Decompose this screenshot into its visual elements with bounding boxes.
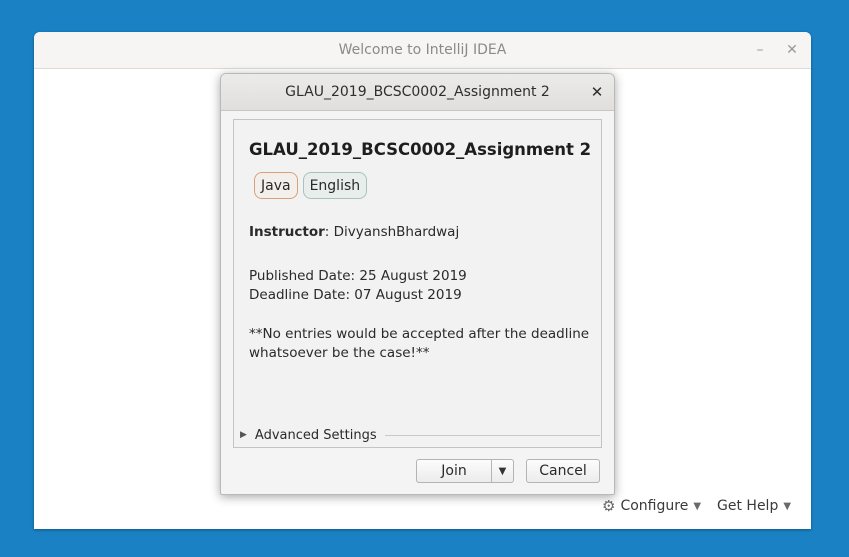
chevron-down-icon[interactable]: ▼: [492, 466, 513, 477]
course-tags: Java English: [254, 172, 372, 199]
welcome-titlebar: Welcome to IntelliJ IDEA – ✕: [34, 32, 811, 69]
close-window-button[interactable]: ✕: [780, 38, 804, 62]
advanced-settings-toggle[interactable]: ▶ Advanced Settings: [240, 426, 600, 444]
get-help-menu[interactable]: Get Help ▼: [717, 498, 791, 514]
course-info-panel: GLAU_2019_BCSC0002_Assignment 2 Java Eng…: [233, 119, 602, 448]
gear-icon: ⚙: [602, 497, 616, 515]
chevron-down-icon: ▼: [783, 500, 792, 512]
dialog-titlebar: GLAU_2019_BCSC0002_Assignment 2 ✕: [221, 74, 614, 111]
get-help-label: Get Help: [717, 498, 779, 514]
instructor-line: Instructor: DivyanshBhardwaj: [249, 224, 459, 240]
instructor-label: Instructor: [249, 224, 325, 240]
configure-label: Configure: [620, 498, 689, 514]
join-button[interactable]: Join ▼: [416, 459, 514, 483]
configure-menu[interactable]: ⚙ Configure ▼: [602, 497, 701, 515]
dialog-close-button[interactable]: ✕: [585, 80, 609, 104]
dialog-title: GLAU_2019_BCSC0002_Assignment 2: [285, 84, 550, 100]
chevron-down-icon: ▼: [693, 500, 702, 512]
course-description: **No entries would be accepted after the…: [249, 326, 590, 361]
separator: [384, 434, 600, 436]
instructor-name: : DivyanshBhardwaj: [324, 224, 460, 240]
published-date: Published Date: 25 August 2019: [249, 268, 467, 284]
join-label: Join: [441, 463, 467, 479]
deadline-date: Deadline Date: 07 August 2019: [249, 287, 462, 303]
course-dialog: GLAU_2019_BCSC0002_Assignment 2 ✕ GLAU_2…: [220, 73, 615, 495]
advanced-settings-label: Advanced Settings: [254, 427, 377, 443]
tag-human-language: English: [302, 172, 368, 199]
welcome-window-title: Welcome to IntelliJ IDEA: [338, 42, 507, 58]
triangle-right-icon: ▶: [240, 430, 247, 440]
cancel-button[interactable]: Cancel: [526, 459, 600, 483]
bottom-links: ⚙ Configure ▼ Get Help ▼: [602, 494, 807, 518]
course-title: GLAU_2019_BCSC0002_Assignment 2: [249, 140, 592, 159]
tag-language-java: Java: [254, 172, 298, 199]
minimize-button[interactable]: –: [748, 38, 772, 62]
